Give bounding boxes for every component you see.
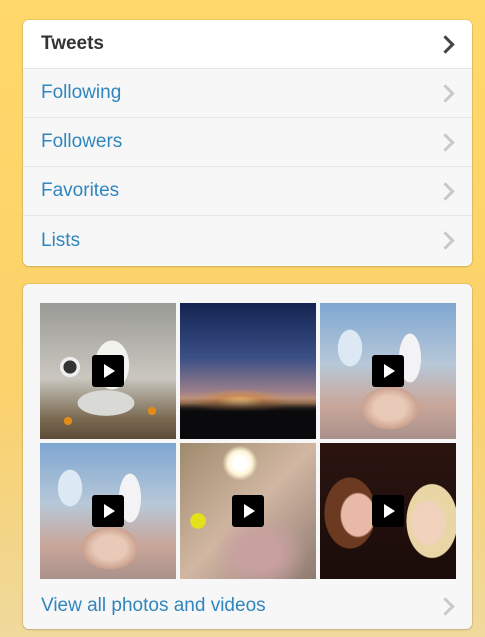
nav-item-label: Followers	[41, 131, 123, 152]
nav-item-favorites[interactable]: Favorites	[23, 167, 472, 216]
nav-item-tweets[interactable]: Tweets	[23, 20, 472, 69]
chevron-right-icon	[436, 231, 455, 250]
nav-item-label: Lists	[41, 229, 81, 251]
nav-item-label: Tweets	[41, 33, 105, 54]
media-thumbnail[interactable]	[40, 443, 176, 579]
chevron-right-icon	[436, 181, 455, 201]
media-thumbnail[interactable]	[320, 443, 456, 579]
view-all-photos-link[interactable]: View all photos and videos	[23, 584, 472, 628]
play-icon	[372, 495, 404, 527]
chevron-right-icon	[436, 596, 455, 616]
nav-item-label: Following	[41, 82, 122, 103]
nav-item-label: Favorites	[41, 180, 120, 201]
nav-item-lists[interactable]: Lists	[23, 216, 472, 265]
nav-item-followers[interactable]: Followers	[23, 118, 472, 167]
media-thumbnail[interactable]	[180, 443, 316, 579]
play-icon	[92, 495, 124, 527]
chevron-right-icon	[436, 132, 455, 152]
play-icon	[372, 355, 404, 387]
media-thumbnail[interactable]	[40, 303, 176, 439]
media-grid	[40, 303, 456, 579]
photos-videos-card: View all photos and videos	[23, 284, 472, 629]
chevron-right-icon	[436, 83, 455, 103]
nav-item-following[interactable]: Following	[23, 69, 472, 118]
profile-nav-card: Tweets Following Followers Favorites Lis…	[23, 20, 472, 266]
chevron-right-icon	[436, 34, 455, 54]
play-icon	[92, 355, 124, 387]
media-thumbnail[interactable]	[180, 303, 316, 439]
media-thumbnail[interactable]	[320, 303, 456, 439]
view-all-label: View all photos and videos	[41, 595, 266, 616]
play-icon	[232, 495, 264, 527]
